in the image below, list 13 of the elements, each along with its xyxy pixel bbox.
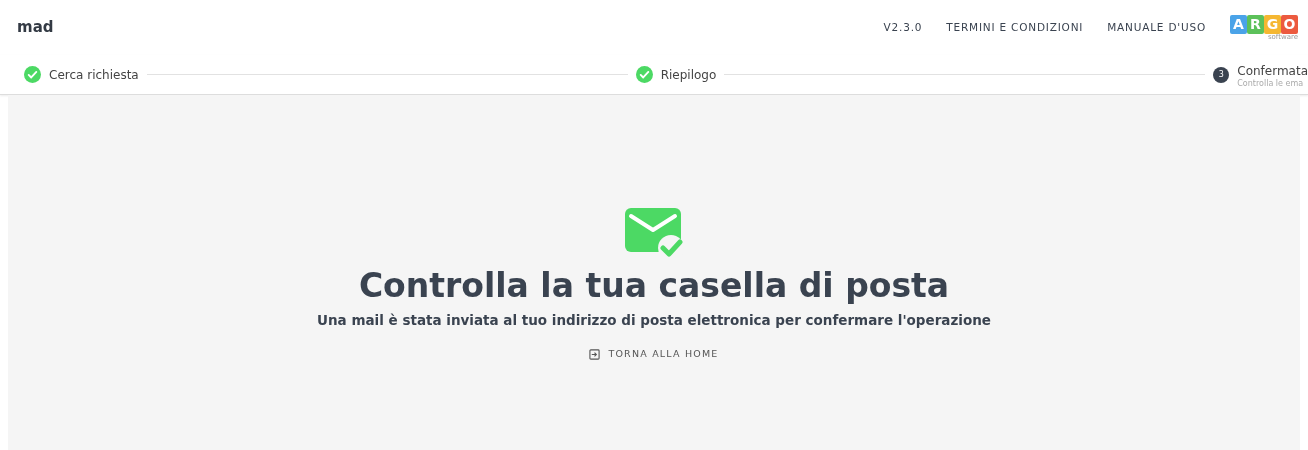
nav-link[interactable]: MANUALE D'USO [1107,19,1206,36]
login-icon [589,348,601,360]
page-title: Controlla la tua casella di posta [358,266,950,307]
home-button[interactable]: TORNA ALLA HOME [583,346,725,363]
message: Una mail è stata inviata al tuo indirizzo di posta elettronica per confermare l'operazione [317,311,991,331]
step-label: Riepilogo [660,66,717,84]
step-number: 3 [1213,66,1230,83]
nav-link[interactable]: V2.3.0 [883,19,923,36]
brand-name: mad [17,17,54,39]
nav-link[interactable]: TERMINI E CONDIZIONI [946,19,1084,36]
step-label: Cerca richiesta [49,66,139,84]
step-subtitle: Controlla le ema [1237,79,1305,88]
step-label: Confermata [1237,62,1308,79]
